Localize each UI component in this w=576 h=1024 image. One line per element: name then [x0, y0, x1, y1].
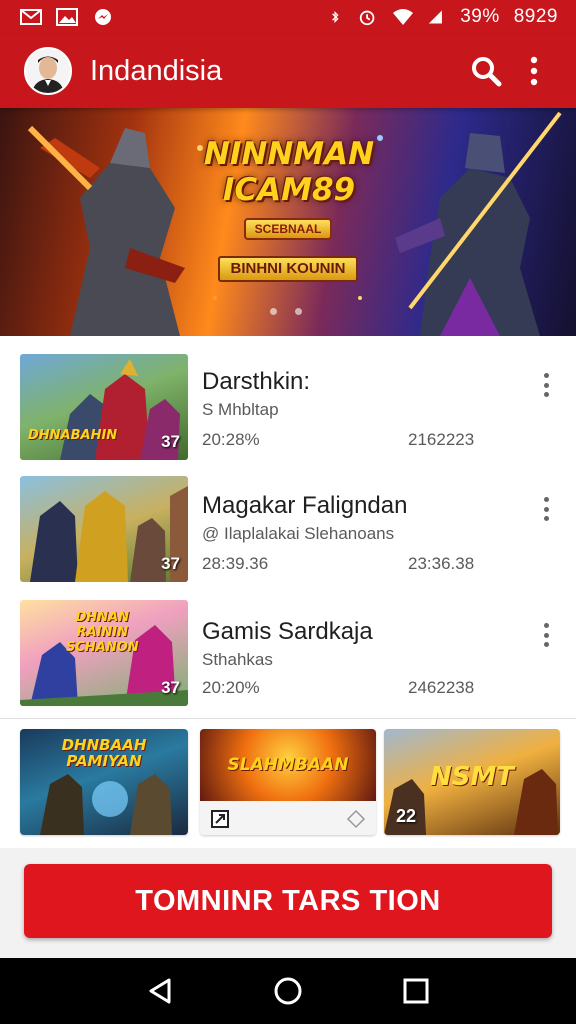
back-triangle-icon — [149, 978, 171, 1004]
list-item-subtitle: @ Ilaplalakai Slehanoans — [202, 524, 395, 543]
list-item-meta-left: 20:28% — [202, 430, 260, 449]
card-footer — [200, 801, 376, 835]
mail-icon — [20, 9, 42, 25]
avatar-person-icon — [26, 49, 70, 93]
search-icon — [472, 57, 502, 87]
recents-button[interactable] — [394, 969, 438, 1013]
more-vert-icon — [543, 373, 549, 378]
bluetooth-icon — [332, 11, 339, 23]
cta-area: TOMNINR TARS TION — [0, 848, 576, 958]
back-button[interactable] — [138, 969, 182, 1013]
image-icon — [56, 8, 78, 26]
thumbnail-badge: 37 — [161, 432, 180, 451]
featured-card[interactable]: DHNBAAH PAMIYAN — [20, 729, 188, 835]
list-item-meta-left: 20:20% — [202, 678, 260, 697]
card-badge: 22 — [396, 806, 417, 826]
banner-badge: SCEBNAAL — [244, 218, 332, 240]
banner-pager-dot[interactable] — [295, 308, 302, 315]
card-link-icon — [211, 810, 229, 828]
list-item-meta-right: 2162223 — [408, 430, 475, 449]
thumbnail-title: DHNABAHIN — [28, 428, 118, 443]
list-item-thumbnail: DHNAN RAININ SCHANON 37 — [20, 600, 188, 706]
list-item[interactable]: DHNAN RAININ SCHANON 37 Gamis Sardkaja S… — [0, 598, 576, 722]
app-bar: Indandisia — [0, 34, 576, 108]
app-title: Indandisia — [90, 54, 223, 87]
signal-icon — [429, 10, 443, 24]
banner-pager — [270, 308, 302, 315]
recents-square-icon — [403, 978, 429, 1004]
list-item-subtitle: Sthahkas — [202, 650, 273, 669]
primary-cta-button[interactable]: TOMNINR TARS TION — [24, 864, 552, 938]
game-list: DHNABAHIN 37 Darsthkin: S Mhbltap 20:28%… — [0, 336, 576, 718]
wifi-icon — [393, 9, 414, 25]
card-title: DHNBAAH PAMIYAN — [61, 736, 147, 770]
status-notifications — [20, 8, 114, 26]
home-circle-icon — [274, 977, 302, 1005]
messenger-icon — [95, 9, 111, 25]
battery-percent: 39% — [460, 6, 500, 27]
banner-pager-dot[interactable] — [270, 308, 277, 315]
featured-card[interactable]: SLAHMBAAN — [200, 729, 376, 835]
thumbnail-badge: 37 — [161, 554, 180, 573]
list-item-more-button[interactable] — [534, 494, 558, 524]
status-bar: 39% 8929 — [0, 0, 576, 34]
more-vert-icon — [543, 497, 549, 502]
featured-card[interactable]: NSMT 22 — [384, 729, 560, 835]
list-item-title: Gamis Sardkaja — [202, 618, 373, 645]
thumbnail-title: DHNAN RAININ SCHANON — [66, 610, 139, 655]
card-title: NSMT — [429, 762, 515, 792]
alarm-icon — [360, 10, 375, 26]
list-item-meta-left: 28:39.36 — [202, 554, 269, 573]
system-navigation-bar — [0, 958, 576, 1024]
diamond-icon — [346, 809, 366, 829]
banner-title: NINNMAN ICAM89 — [200, 136, 378, 208]
banner-subtitle: BINHNI KOUNIN — [218, 256, 358, 282]
list-item[interactable]: 37 Magakar Faligndan @ Ilaplalakai Sleha… — [0, 476, 576, 600]
list-item-subtitle: S Mhbltap — [202, 400, 279, 419]
list-item-title: Darsthkin: — [202, 368, 311, 395]
list-item-thumbnail: 37 — [20, 476, 188, 582]
clock: 8929 — [513, 6, 558, 27]
avatar[interactable] — [24, 47, 72, 95]
thumbnail-badge: 37 — [161, 678, 180, 697]
featured-banner[interactable]: NINNMAN ICAM89 SCEBNAAL BINHNI KOUNIN — [0, 108, 576, 336]
list-item-more-button[interactable] — [534, 620, 558, 650]
banner-title-line2: ICAM89 — [222, 172, 356, 208]
card-title: SLAHMBAAN — [227, 755, 349, 775]
list-item-title: Magakar Faligndan — [202, 492, 408, 519]
banner-title-line1: NINNMAN — [203, 136, 375, 172]
home-button[interactable] — [266, 969, 310, 1013]
list-item[interactable]: DHNABAHIN 37 Darsthkin: S Mhbltap 20:28%… — [0, 352, 576, 476]
more-options-button[interactable] — [510, 47, 558, 95]
more-vert-icon — [530, 56, 538, 86]
search-button[interactable] — [462, 47, 510, 95]
list-item-thumbnail: DHNABAHIN 37 — [20, 354, 188, 460]
list-item-more-button[interactable] — [534, 370, 558, 400]
app-screen: 39% 8929 Indandisia NINNMAN ICAM89 SCEBN… — [0, 0, 576, 1024]
featured-cards-row: DHNBAAH PAMIYAN SLAHMBAAN NSMT 22 — [0, 718, 576, 848]
status-system: 39% 8929 — [330, 6, 558, 28]
list-item-meta-right: 23:36.38 — [408, 554, 475, 573]
more-vert-icon — [543, 623, 549, 628]
list-item-meta-right: 2462238 — [408, 678, 475, 697]
